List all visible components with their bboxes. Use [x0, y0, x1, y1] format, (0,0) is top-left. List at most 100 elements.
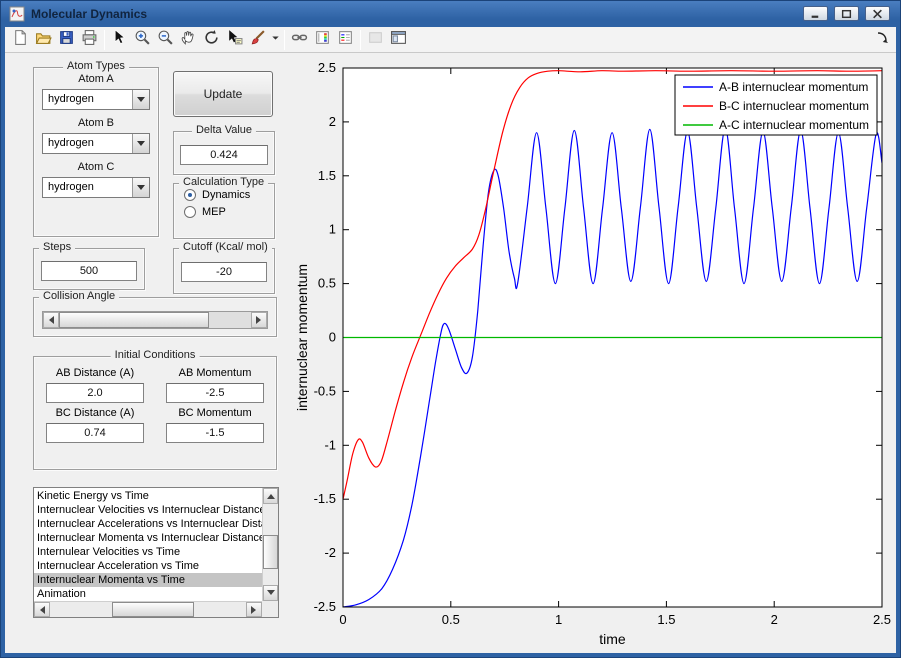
scroll-up-arrow[interactable]: [263, 488, 278, 504]
list-item[interactable]: Internuclear Accelerations vs Internucle…: [34, 517, 262, 531]
titlebar[interactable]: Molecular Dynamics: [1, 1, 900, 27]
legend-entry-label: A-B internuclear momentum: [719, 80, 868, 94]
x-tick-label: 0.5: [442, 612, 460, 627]
list-item[interactable]: Kinetic Energy vs Time: [34, 489, 262, 503]
delta-value-panel: Delta Value: [173, 131, 275, 175]
pan-button[interactable]: [177, 29, 200, 51]
radio-dynamics-icon[interactable]: [184, 189, 196, 201]
toolbar-separator: [284, 30, 285, 50]
zoom-in-button[interactable]: [131, 29, 154, 51]
chevron-down-icon[interactable]: [132, 90, 149, 109]
show-plot-tools-button[interactable]: [387, 29, 410, 51]
slider-left-arrow[interactable]: [43, 312, 59, 328]
list-item[interactable]: Internulear Velocities vs Time: [34, 545, 262, 559]
brush-menu-button[interactable]: [269, 29, 281, 51]
atom-b-dropdown[interactable]: hydrogen: [42, 133, 150, 154]
hide-plot-tools-button[interactable]: [364, 29, 387, 51]
print-figure-button[interactable]: [78, 29, 101, 51]
dock-figure-icon[interactable]: [875, 30, 891, 46]
list-item[interactable]: Animation: [34, 587, 262, 601]
scroll-down-arrow[interactable]: [263, 585, 278, 601]
insert-colorbar-icon: [314, 29, 331, 51]
slider-thumb[interactable]: [59, 312, 209, 328]
vertical-scroll-thumb[interactable]: [263, 535, 278, 569]
calculation-type-panel-title: Calculation Type: [179, 176, 268, 188]
list-item[interactable]: Internuclear Momenta vs Internuclear Dis…: [34, 531, 262, 545]
link-plot-button[interactable]: [288, 29, 311, 51]
cutoff-input[interactable]: [181, 262, 267, 282]
insert-legend-button[interactable]: [334, 29, 357, 51]
ab-distance-input[interactable]: [46, 383, 144, 403]
maximize-button[interactable]: [834, 6, 859, 21]
list-item[interactable]: Internuclear Velocities vs Internuclear …: [34, 503, 262, 517]
radio-mep[interactable]: MEP: [184, 206, 274, 218]
plot-area: -2.5-2-1.5-1-0.500.511.522.500.511.522.5…: [293, 53, 899, 655]
atom-types-panel: Atom Types Atom AhydrogenAtom BhydrogenA…: [33, 67, 159, 237]
show-plot-tools-icon: [390, 29, 407, 51]
close-button[interactable]: [865, 6, 890, 21]
slider-right-arrow[interactable]: [251, 312, 267, 328]
down-triangle-icon: [267, 590, 275, 599]
save-figure-button[interactable]: [55, 29, 78, 51]
scroll-right-arrow[interactable]: [246, 602, 262, 617]
ab-momentum-input[interactable]: [166, 383, 264, 403]
pan-icon: [180, 29, 197, 51]
bc-distance-input[interactable]: [46, 423, 144, 443]
right-triangle-icon: [251, 606, 260, 614]
new-figure-button[interactable]: [9, 29, 32, 51]
y-tick-label: -1.5: [314, 491, 336, 506]
rotate-3d-icon: [203, 29, 220, 51]
listbox-horizontal-scrollbar[interactable]: [34, 601, 262, 617]
steps-panel-title: Steps: [39, 241, 75, 253]
zoom-out-button[interactable]: [154, 29, 177, 51]
atom-c-label: Atom C: [34, 161, 158, 176]
toolbar-separator: [104, 30, 105, 50]
chevron-down-icon[interactable]: [132, 178, 149, 197]
data-cursor-icon: [226, 29, 243, 51]
y-axis-label: internuclear momentum: [294, 264, 310, 411]
atom-a-label: Atom A: [34, 73, 158, 88]
bc-momentum-input[interactable]: [166, 423, 264, 443]
right-triangle-icon: [256, 316, 265, 324]
x-tick-label: 2: [771, 612, 778, 627]
horizontal-scroll-thumb[interactable]: [112, 602, 194, 617]
listbox-vertical-scrollbar[interactable]: [262, 488, 278, 601]
toolbar-separator: [360, 30, 361, 50]
bc-momentum-label: BC Momentum: [166, 407, 264, 423]
collision-angle-panel: Collision Angle: [33, 297, 277, 337]
legend-entry-label: A-C internuclear momentum: [719, 118, 869, 132]
plot-type-listbox[interactable]: Kinetic Energy vs TimeInternuclear Veloc…: [33, 487, 279, 618]
delta-value-input[interactable]: [180, 145, 268, 165]
collision-angle-panel-title: Collision Angle: [39, 290, 119, 302]
steps-input[interactable]: [41, 261, 137, 281]
maximize-icon: [841, 9, 852, 19]
y-tick-label: -0.5: [314, 383, 336, 398]
collision-angle-slider[interactable]: [42, 311, 268, 329]
scroll-left-arrow[interactable]: [34, 602, 50, 617]
chevron-down-icon[interactable]: [132, 134, 149, 153]
radio-mep-label: MEP: [202, 206, 226, 218]
atom-a-dropdown[interactable]: hydrogen: [42, 89, 150, 110]
new-figure-icon: [12, 29, 29, 51]
edit-plot-button[interactable]: [108, 29, 131, 51]
slider-track[interactable]: [209, 312, 251, 328]
insert-legend-icon: [337, 29, 354, 51]
y-tick-label: -1: [324, 437, 336, 452]
list-item[interactable]: Internuclear Acceleration vs Time: [34, 559, 262, 573]
radio-mep-icon[interactable]: [184, 206, 196, 218]
x-axis-label: time: [599, 631, 626, 647]
hide-plot-tools-icon: [367, 29, 384, 51]
rotate-3d-button[interactable]: [200, 29, 223, 51]
ab-momentum-label: AB Momentum: [166, 367, 264, 383]
atom-a-selected-value: hydrogen: [43, 90, 132, 109]
data-cursor-button[interactable]: [223, 29, 246, 51]
atom-c-dropdown[interactable]: hydrogen: [42, 177, 150, 198]
insert-colorbar-button[interactable]: [311, 29, 334, 51]
radio-dynamics[interactable]: Dynamics: [184, 189, 274, 201]
minimize-button[interactable]: [803, 6, 828, 21]
open-file-button[interactable]: [32, 29, 55, 51]
x-tick-label: 1: [555, 612, 562, 627]
list-item[interactable]: Internuclear Momenta vs Time: [34, 573, 262, 587]
plot-canvas[interactable]: -2.5-2-1.5-1-0.500.511.522.500.511.522.5…: [293, 53, 899, 653]
update-button[interactable]: Update: [173, 71, 273, 117]
